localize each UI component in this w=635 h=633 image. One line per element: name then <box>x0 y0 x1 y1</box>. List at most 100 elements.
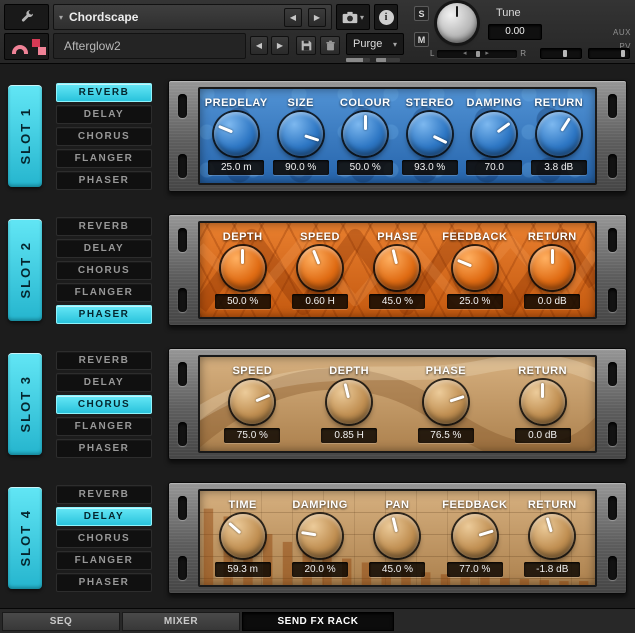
damping-value[interactable]: 20.0 % <box>292 562 349 577</box>
delete-snapshot-button[interactable] <box>320 36 340 55</box>
next-instrument-button[interactable]: ▶ <box>308 7 326 27</box>
footer-tab[interactable]: SEND FX RACK <box>242 612 394 631</box>
phase-knob[interactable] <box>375 246 420 290</box>
return-value[interactable]: 3.8 dB <box>530 160 587 175</box>
depth-knob[interactable] <box>220 246 265 290</box>
return-value[interactable]: 0.0 dB <box>524 294 581 309</box>
time-control: TIME 59.3 m <box>208 499 278 577</box>
dropdown-icon: ▾ <box>392 39 397 49</box>
predelay-knob[interactable] <box>214 112 259 156</box>
slot1-flanger-button[interactable]: FLANGER <box>56 149 152 168</box>
return-value[interactable]: 0.0 dB <box>514 428 571 443</box>
slot4-reverb-button[interactable]: REVERB <box>56 485 152 504</box>
snapshot-view-button[interactable]: ▾ <box>336 4 370 30</box>
return-knob[interactable] <box>530 514 575 558</box>
phase-value[interactable]: 76.5 % <box>417 428 474 443</box>
phaser-panel: DEPTH 50.0 % SPEED 0.60 H PHASE 45.0 % F… <box>198 221 597 319</box>
slot-3-effect-list: REVERB DELAY CHORUS FLANGER PHASER <box>56 351 152 461</box>
feedback-knob[interactable] <box>452 246 497 290</box>
predelay-value[interactable]: 25.0 m <box>208 160 265 175</box>
speed-knob[interactable] <box>298 246 343 290</box>
prev-instrument-button[interactable]: ◀ <box>284 7 302 27</box>
rack-screw-slot <box>608 422 617 446</box>
damping-value[interactable]: 70.0 <box>466 160 523 175</box>
slot1-delay-button[interactable]: DELAY <box>56 105 152 124</box>
output-level-meter: L ◂ ▸ R <box>430 48 526 59</box>
slot3-delay-button[interactable]: DELAY <box>56 373 152 392</box>
collapse-icon[interactable]: ▾ <box>59 13 63 22</box>
slot4-chorus-button[interactable]: CHORUS <box>56 529 152 548</box>
colour-value[interactable]: 50.0 % <box>337 160 394 175</box>
phase-knob[interactable] <box>423 380 468 424</box>
pan-control: PAN 45.0 % <box>362 499 432 577</box>
footer-tab[interactable]: SEQ <box>2 612 120 631</box>
depth-value[interactable]: 0.85 H <box>321 428 378 443</box>
slot2-reverb-button[interactable]: REVERB <box>56 217 152 236</box>
slot1-chorus-button[interactable]: CHORUS <box>56 127 152 146</box>
pan-slider[interactable] <box>540 48 582 59</box>
damping-knob[interactable] <box>472 112 517 156</box>
instrument-header: ▾ Chordscape ◀ ▶ ▾ i Afterglow2 ◀ ▶ Purg… <box>0 0 635 64</box>
slot3-phaser-button[interactable]: PHASER <box>56 439 152 458</box>
width-slider[interactable] <box>588 48 630 59</box>
slot2-chorus-button[interactable]: CHORUS <box>56 261 152 280</box>
rack-screw-slot <box>178 154 187 178</box>
slot2-flanger-button[interactable]: FLANGER <box>56 283 152 302</box>
slot3-chorus-button[interactable]: CHORUS <box>56 395 152 414</box>
info-icon: i <box>378 9 394 25</box>
colour-knob[interactable] <box>343 112 388 156</box>
depth-control: DEPTH 0.85 H <box>314 365 384 443</box>
size-value[interactable]: 90.0 % <box>272 160 329 175</box>
solo-button[interactable]: S <box>414 6 429 21</box>
chorus-panel: SPEED 75.0 % DEPTH 0.85 H PHASE 76.5 % R… <box>198 355 597 453</box>
next-snapshot-button[interactable]: ▶ <box>271 36 289 55</box>
mute-button[interactable]: M <box>414 32 429 47</box>
speed-value[interactable]: 75.0 % <box>224 428 281 443</box>
depth-label: DEPTH <box>222 231 263 243</box>
meter-handle[interactable] <box>475 50 480 57</box>
slot3-reverb-button[interactable]: REVERB <box>56 351 152 370</box>
slot2-phaser-button[interactable]: PHASER <box>56 305 152 324</box>
phase-value[interactable]: 45.0 % <box>369 294 426 309</box>
meter-right-label: R <box>520 49 526 58</box>
return-label: RETURN <box>527 499 577 511</box>
feedback-knob[interactable] <box>452 514 497 558</box>
depth-knob[interactable] <box>327 380 372 424</box>
slot1-phaser-button[interactable]: PHASER <box>56 171 152 190</box>
speed-knob[interactable] <box>230 380 275 424</box>
stereo-knob[interactable] <box>407 112 452 156</box>
slot4-flanger-button[interactable]: FLANGER <box>56 551 152 570</box>
save-snapshot-button[interactable] <box>296 36 316 55</box>
time-knob[interactable] <box>220 514 265 558</box>
tune-knob[interactable] <box>437 3 477 43</box>
slot-1-label: SLOT 1 <box>17 107 33 165</box>
size-knob[interactable] <box>278 112 323 156</box>
speed-value[interactable]: 0.60 H <box>292 294 349 309</box>
rack-screw-slot <box>178 422 187 446</box>
aux-label[interactable]: AUX <box>613 28 631 37</box>
feedback-control: FEEDBACK 77.0 % <box>440 499 510 577</box>
feedback-value[interactable]: 25.0 % <box>446 294 503 309</box>
slot4-phaser-button[interactable]: PHASER <box>56 573 152 592</box>
tune-value[interactable]: 0.00 <box>488 24 542 40</box>
purge-dropdown[interactable]: Purge ▾ <box>346 33 404 55</box>
predelay-label: PREDELAY <box>204 97 268 109</box>
slot2-delay-button[interactable]: DELAY <box>56 239 152 258</box>
return-knob[interactable] <box>530 246 575 290</box>
info-button[interactable]: i <box>374 4 398 30</box>
feedback-value[interactable]: 77.0 % <box>446 562 503 577</box>
slot1-reverb-button[interactable]: REVERB <box>56 83 152 102</box>
damping-knob[interactable] <box>298 514 343 558</box>
return-value[interactable]: -1.8 dB <box>524 562 581 577</box>
footer-tab[interactable]: MIXER <box>122 612 240 631</box>
edit-wrench-button[interactable] <box>4 4 49 30</box>
slot4-delay-button[interactable]: DELAY <box>56 507 152 526</box>
return-knob[interactable] <box>520 380 565 424</box>
stereo-value[interactable]: 93.0 % <box>401 160 458 175</box>
depth-value[interactable]: 50.0 % <box>214 294 271 309</box>
slot3-flanger-button[interactable]: FLANGER <box>56 417 152 436</box>
pan-value[interactable]: 45.0 % <box>369 562 426 577</box>
return-knob[interactable] <box>536 112 581 156</box>
prev-snapshot-button[interactable]: ◀ <box>250 36 268 55</box>
pan-knob[interactable] <box>375 514 420 558</box>
